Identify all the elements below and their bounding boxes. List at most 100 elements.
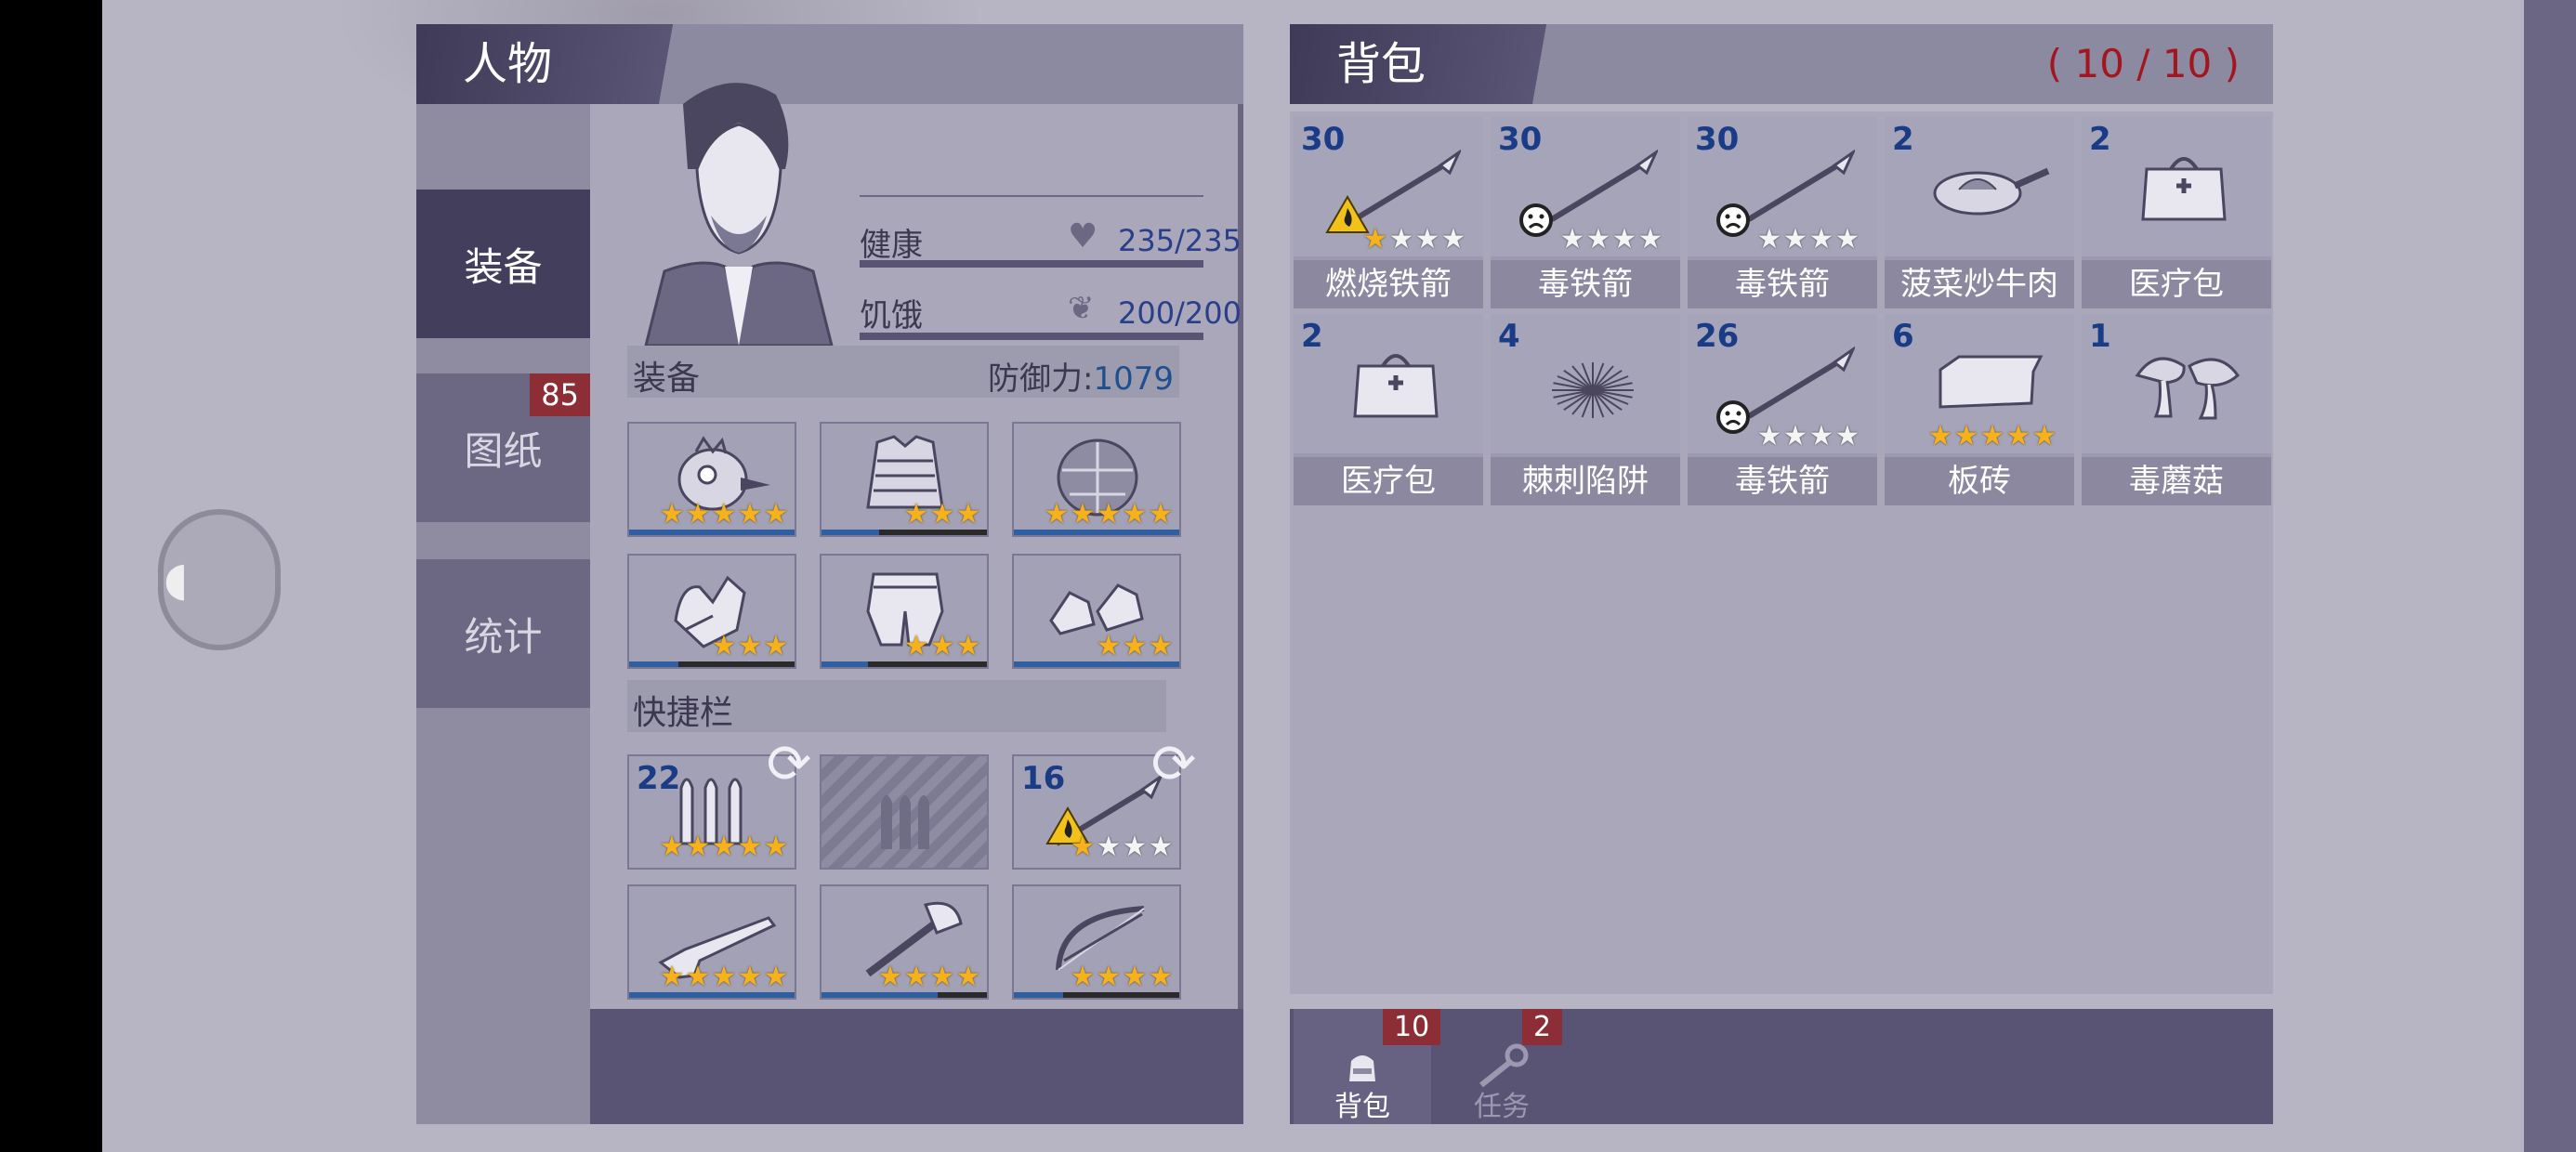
item-star-empty: ★ (1637, 223, 1663, 255)
quickbar-slot[interactable]: ★ ★ ★ ★ (1012, 884, 1181, 1000)
item-star-filled: ★ (1979, 420, 2005, 452)
slot-stars: ★ ★ ★ (1096, 630, 1174, 662)
durability-bar (1014, 992, 1064, 998)
backpack-item[interactable]: 1 毒蘑菇 (2082, 314, 2271, 505)
health-value: 235/235 (1118, 223, 1242, 258)
empty-ammo-slot (881, 795, 929, 849)
equipment-star-filled: ★ (737, 498, 763, 530)
quickbar-star-filled: ★ (737, 831, 763, 863)
backpack-item[interactable]: 2 医疗包 (2082, 117, 2271, 308)
quickbar-star-filled: ★ (763, 961, 789, 993)
nav-statistics-label: 统计 (464, 613, 543, 660)
nav-blueprints-label: 图纸 (464, 427, 543, 474)
slot-stars: ★ ★ ★ ★ ★ (659, 831, 789, 863)
spike-trap-icon (1552, 362, 1634, 418)
close-icon[interactable]: ✕ (2570, 19, 2576, 98)
item-star-empty: ★ (1559, 223, 1585, 255)
quickbar-star-filled: ★ (711, 831, 737, 863)
item-count: 4 (1498, 318, 1520, 355)
equipment-star-filled: ★ (763, 498, 789, 530)
durability-bar (821, 992, 938, 998)
backpack-tab-badge: 10 (1383, 1009, 1441, 1045)
quickbar-star-filled: ★ (955, 961, 981, 993)
refresh-icon[interactable]: ⟳ (1144, 734, 1203, 793)
item-star-empty: ★ (1440, 223, 1466, 255)
item-name: 毒铁箭 (1688, 260, 1877, 308)
equipment-slot[interactable]: ★ ★ ★ (627, 554, 796, 669)
durability-bar (629, 992, 795, 998)
equipment-star-filled: ★ (737, 630, 763, 662)
equipment-slot[interactable]: ★ ★ ★ ★ ★ (627, 422, 796, 537)
item-star-empty: ★ (1834, 420, 1860, 452)
equipment-slot[interactable]: ★ ★ ★ (820, 422, 989, 537)
equipment-slot[interactable]: ★ ★ ★ ★ ★ (1012, 422, 1181, 537)
item-count: 30 (1695, 121, 1740, 158)
backpack-panel: ( 10 / 10 ) 背包 30 ★ ★ ★ ★ 燃烧铁箭 30 ★ ★ ★ ★ 毒铁箭 30 ★ ★… (1290, 24, 2273, 1124)
item-stars: ★ ★ ★ ★ (1559, 223, 1663, 255)
equipment-star-filled: ★ (1148, 630, 1174, 662)
quickbar-star-filled: ★ (685, 961, 711, 993)
tab-backpack[interactable]: 10 背包 (1294, 1009, 1441, 1124)
health-bar (860, 260, 1203, 268)
slot-stars: ★ ★ ★ ★ (1070, 963, 1174, 991)
health-label: 健康 (860, 227, 923, 264)
item-count: 30 (1498, 121, 1543, 158)
quickbar-slot[interactable]: 22 ★ ★ ★ ★ ★ ⟳ (627, 734, 811, 870)
quickbar-slot[interactable]: ★ ★ ★ ★ (820, 884, 989, 1000)
quickbar-slot[interactable]: ★ ★ ★ ★ ★ (627, 884, 796, 1000)
item-count: 2 (2089, 121, 2111, 158)
equipment-star-filled: ★ (903, 630, 929, 662)
frying-pan-icon (1933, 167, 2050, 216)
quickbar-star-filled: ★ (763, 831, 789, 863)
item-count: 2 (1301, 318, 1323, 355)
stomach-icon: ❦ (1068, 290, 1095, 327)
backpack-item[interactable]: 26 ★ ★ ★ ★ 毒铁箭 (1688, 314, 1877, 505)
item-name: 毒铁箭 (1491, 260, 1680, 308)
backpack-item[interactable]: 4 棘刺陷阱 (1491, 314, 1680, 505)
quickbar-star-filled: ★ (877, 961, 903, 993)
blueprints-badge: 85 (530, 373, 590, 416)
brick-icon (1939, 355, 2044, 409)
refresh-icon[interactable]: ⟳ (759, 734, 819, 793)
quickbar-star-filled: ★ (737, 961, 763, 993)
quickbar-star-filled: ★ (903, 961, 929, 993)
nav-statistics[interactable]: 统计 (416, 559, 590, 708)
game-screen: ◖ 人物 装备 图纸 85 统计 健康 ♥ 235/235 饥饿 ❦ 200/2… (102, 0, 2576, 1152)
nav-equipment-label: 装备 (464, 243, 543, 290)
backpack-grid: 30 ★ ★ ★ ★ 燃烧铁箭 30 ★ ★ ★ ★ 毒铁箭 30 ★ ★ ★ ★ 毒铁箭 2 菠菜炒牛肉 2医… (1290, 111, 2273, 994)
slot-stars: ★ ★ ★ ★ ★ (659, 961, 789, 993)
item-star-empty: ★ (1756, 223, 1782, 255)
tab-quests[interactable]: 2 任务 (1433, 1009, 1571, 1124)
backpack-item[interactable]: 2 医疗包 (1294, 314, 1483, 505)
backpack-item[interactable]: 30 ★ ★ ★ ★ 毒铁箭 (1688, 117, 1877, 308)
backpack-item[interactable]: 6 ★ ★ ★ ★ ★ 板砖 (1885, 314, 2074, 505)
hunger-value: 200/200 (1118, 295, 1242, 331)
floating-assist-button[interactable]: ◖ (158, 509, 281, 650)
quests-tab-badge: 2 (1522, 1009, 1563, 1045)
nav-blueprints[interactable]: 图纸 85 (416, 373, 590, 522)
backpack-item[interactable]: 2 菠菜炒牛肉 (1885, 117, 2074, 308)
equipment-slot[interactable]: ★ ★ ★ (820, 554, 989, 669)
equipment-slot[interactable]: ★ ★ ★ (1012, 554, 1181, 669)
quickbar-slot[interactable]: 16 ★ ★ ★ ★ ⟳ (1012, 734, 1196, 870)
quickbar-slot-empty[interactable] (820, 754, 989, 870)
equipment-star-filled: ★ (955, 630, 981, 662)
equipment-header: 装备 防御力:1079 (627, 346, 1179, 398)
close-column[interactable]: ✕ 关闭 (2524, 0, 2576, 1152)
equipment-star-filled: ★ (1096, 498, 1122, 530)
equipment-star-filled: ★ (903, 498, 929, 530)
equipment-star-filled: ★ (929, 630, 955, 662)
item-star-empty: ★ (1611, 223, 1637, 255)
close-label[interactable]: 关闭 (2565, 110, 2576, 206)
heart-icon: ♥ (1068, 217, 1098, 255)
quickbar-label: 快捷栏 (633, 694, 734, 732)
character-panel: 人物 装备 图纸 85 统计 健康 ♥ 235/235 饥饿 ❦ 200/200… (416, 24, 1243, 1124)
backpack-icon (1349, 1055, 1375, 1081)
durability-bar (1014, 530, 1179, 535)
nav-equipment[interactable]: 装备 (416, 190, 590, 338)
item-star-filled: ★ (2005, 420, 2031, 452)
equipment-star-filled: ★ (711, 498, 737, 530)
character-main: 健康 ♥ 235/235 饥饿 ❦ 200/200 装备 防御力:1079 ★ ★… (590, 83, 1243, 1124)
backpack-item[interactable]: 30 ★ ★ ★ ★ 燃烧铁箭 (1294, 117, 1483, 308)
backpack-item[interactable]: 30 ★ ★ ★ ★ 毒铁箭 (1491, 117, 1680, 308)
